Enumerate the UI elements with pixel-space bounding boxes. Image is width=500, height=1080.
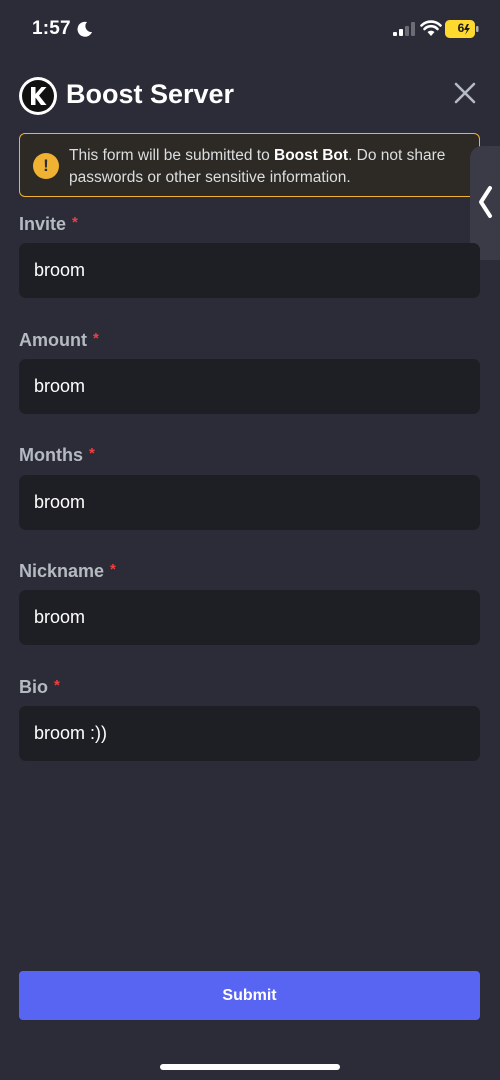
status-bar: 1:57 6	[0, 0, 500, 60]
close-icon[interactable]	[448, 76, 482, 110]
nickname-input[interactable]: broom	[19, 590, 480, 645]
required-marker: *	[92, 330, 99, 347]
app-avatar	[19, 77, 57, 115]
bio-label: Bio *	[19, 677, 60, 697]
bio-input[interactable]: broom :))	[19, 706, 480, 761]
bot-name: Boost Bot	[274, 147, 349, 164]
invite-label: Invite *	[19, 214, 78, 234]
warning-notice: ! This form will be submitted to Boost B…	[19, 133, 480, 197]
required-marker: *	[72, 214, 78, 231]
chevron-left-icon	[479, 186, 492, 218]
cellular-signal-icon	[393, 22, 415, 36]
warning-text: This form will be submitted to Boost Bot…	[69, 147, 446, 186]
battery-level: 6	[457, 21, 465, 35]
warning-icon: !	[33, 153, 59, 179]
nickname-label: Nickname *	[19, 561, 116, 581]
invite-input[interactable]: broom	[19, 243, 480, 298]
moon-icon	[77, 21, 92, 37]
amount-label: Amount *	[19, 330, 99, 350]
wifi-icon	[420, 20, 442, 36]
required-marker: *	[88, 445, 95, 462]
status-time: 1:57	[32, 18, 71, 39]
submit-button[interactable]: Submit	[19, 971, 480, 1020]
screen: 1:57 6 Boost Server ! This form will be …	[0, 0, 500, 1080]
required-marker: *	[110, 561, 116, 578]
page-title: Boost Server	[66, 79, 235, 109]
months-label: Months *	[19, 445, 95, 465]
home-indicator[interactable]	[160, 1064, 340, 1070]
k-logo-icon	[31, 87, 47, 105]
months-input[interactable]: broom	[19, 475, 480, 530]
required-marker: *	[54, 677, 60, 694]
amount-input[interactable]: broom	[19, 359, 480, 414]
